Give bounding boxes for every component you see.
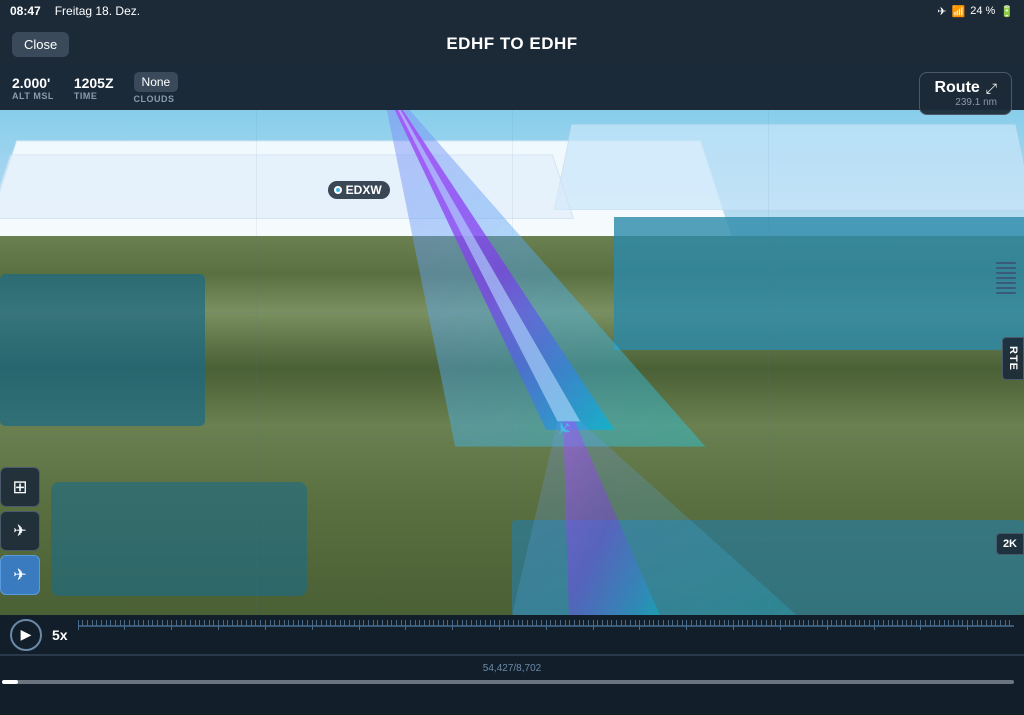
timeline-track[interactable]	[78, 617, 1014, 652]
scroll-tick-4	[996, 277, 1016, 279]
progress-fill	[10, 680, 1014, 684]
route-distance: 239.1 nm	[955, 97, 997, 108]
battery-label: 24 %	[970, 5, 995, 17]
expand-icon: ⤢	[986, 80, 997, 97]
layers-icon: ⊞	[12, 477, 27, 498]
water-left	[0, 274, 205, 426]
edxw-waypoint: EDXW	[328, 181, 390, 199]
waypoint-text: EDXW	[346, 183, 382, 197]
status-icons: ✈ 📶 24 % 🔋	[937, 5, 1014, 18]
waypoint-label-row: 54,427/8,702	[0, 655, 1024, 680]
time-label: TIME	[74, 91, 98, 101]
map-view[interactable]: ✈ EDXW RTE 2K	[0, 110, 1024, 615]
waypoint-dot	[334, 186, 342, 194]
resolution-label: 2K	[1003, 538, 1017, 550]
active-flight-button[interactable]: ✈	[0, 555, 40, 595]
scroll-tick-7	[996, 292, 1016, 294]
flight-mode-icon: ✈	[13, 521, 26, 541]
flight-mode-button[interactable]: ✈	[0, 511, 40, 551]
grid-v-1	[256, 110, 257, 615]
route-button[interactable]: Route ⤢ 239.1 nm	[919, 72, 1012, 115]
clouds-label: CLOUDS	[134, 94, 175, 104]
flight-title: EDHF TO EDHF	[446, 34, 577, 54]
altitude-label: ALT MSL	[12, 91, 54, 101]
scroll-indicator	[996, 262, 1016, 294]
left-tools: ⊞ ✈ ✈	[0, 467, 40, 595]
coord-display: 54,427/8,702	[483, 663, 541, 674]
play-button[interactable]: ▶	[10, 619, 42, 651]
grid-v-2	[512, 110, 513, 615]
rte-button[interactable]: RTE	[1002, 337, 1024, 380]
airplane-mode-icon: ✈	[937, 5, 946, 18]
status-date: Freitag 18. Dez.	[55, 4, 140, 18]
wifi-icon: 📶	[952, 5, 966, 18]
grid-v-3	[768, 110, 769, 615]
resolution-button[interactable]: 2K	[996, 533, 1024, 555]
water-north	[614, 217, 1024, 350]
rte-label: RTE	[1007, 346, 1019, 371]
airspace-box-3	[0, 155, 574, 219]
timeline-ticks	[78, 617, 1014, 652]
clouds-display: None CLOUDS	[134, 72, 179, 104]
route-label: Route	[934, 79, 979, 97]
time-display: 1205Z TIME	[74, 75, 114, 101]
progress-thumb[interactable]	[2, 680, 18, 684]
header: Close EDHF TO EDHF	[0, 22, 1024, 66]
time-value: 1205Z	[74, 75, 114, 91]
scroll-tick-3	[996, 272, 1016, 274]
airspace-box-2	[554, 124, 1024, 210]
layers-button[interactable]: ⊞	[0, 467, 40, 507]
altitude-display: 2.000' ALT MSL	[12, 75, 54, 101]
close-button[interactable]: Close	[12, 32, 69, 57]
info-bar: 2.000' ALT MSL 1205Z TIME None CLOUDS	[0, 66, 1024, 110]
active-flight-icon: ✈	[13, 565, 26, 585]
scroll-tick-5	[996, 282, 1016, 284]
battery-icon: 🔋	[1000, 5, 1014, 18]
play-icon: ▶	[21, 626, 32, 643]
progress-track[interactable]	[10, 680, 1014, 684]
altitude-value: 2.000'	[12, 75, 50, 91]
scroll-tick-2	[996, 267, 1016, 269]
scroll-tick-1	[996, 262, 1016, 264]
status-bar: 08:47 Freitag 18. Dez. ✈ 📶 24 % 🔋	[0, 0, 1024, 22]
timeline: ▶ 5x 54,427/8,702	[0, 615, 1024, 715]
status-time: 08:47	[10, 4, 41, 18]
timeline-controls: ▶ 5x	[0, 615, 1024, 655]
scroll-tick-6	[996, 287, 1016, 289]
speed-label: 5x	[52, 627, 68, 643]
clouds-value: None	[134, 72, 179, 92]
